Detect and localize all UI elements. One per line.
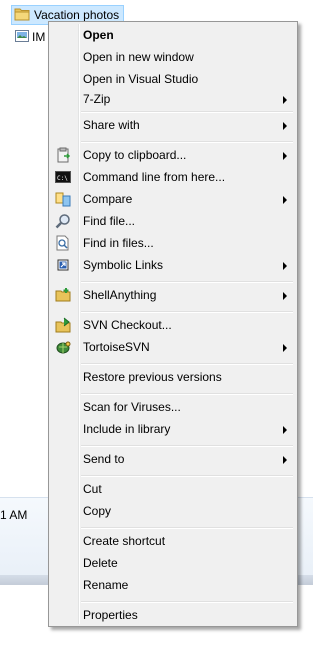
submenu-arrow-icon: [283, 456, 287, 464]
menu-item-command-line[interactable]: C:\ Command line from here...: [51, 166, 295, 188]
menu-item-label: Share with: [83, 118, 140, 132]
folder-icon: [14, 7, 30, 24]
menu-item-svn-checkout[interactable]: SVN Checkout...: [51, 314, 295, 336]
menu-item-shellanything[interactable]: ShellAnything: [51, 284, 295, 306]
menu-item-properties[interactable]: Properties: [51, 604, 295, 626]
menu-item-label: Open in new window: [83, 50, 194, 64]
menu-item-send-to[interactable]: Send to: [51, 448, 295, 470]
menu-separator: [81, 445, 293, 447]
menu-item-label: Include in library: [83, 422, 171, 436]
menu-separator: [81, 475, 293, 477]
svg-text:C:\: C:\: [57, 175, 68, 182]
menu-item-label: Properties: [83, 608, 138, 622]
menu-item-open-new-window[interactable]: Open in new window: [51, 46, 295, 68]
console-icon: C:\: [55, 169, 71, 185]
menu-item-delete[interactable]: Delete: [51, 552, 295, 574]
explorer-window: Vacation photos IM 1 AM Open Open in new …: [0, 0, 313, 668]
menu-item-label: 7-Zip: [83, 92, 111, 106]
file-name: IM: [32, 30, 46, 44]
menu-item-label: SVN Checkout...: [83, 318, 172, 332]
menu-item-copy[interactable]: Copy: [51, 500, 295, 522]
menu-separator: [81, 601, 293, 603]
menu-item-find-in-files[interactable]: Find in files...: [51, 232, 295, 254]
menu-item-label: Send to: [83, 452, 125, 466]
menu-separator: [81, 527, 293, 529]
menu-item-restore-previous[interactable]: Restore previous versions: [51, 366, 295, 388]
menu-separator: [81, 311, 293, 313]
menu-item-label: Find in files...: [83, 236, 154, 250]
svn-checkout-icon: [55, 317, 71, 333]
submenu-arrow-icon: [283, 122, 287, 130]
submenu-arrow-icon: [283, 96, 287, 104]
submenu-arrow-icon: [283, 196, 287, 204]
submenu-arrow-icon: [283, 426, 287, 434]
menu-item-label: Create shortcut: [83, 534, 166, 548]
menu-item-find-file[interactable]: Find file...: [51, 210, 295, 232]
menu-item-tortoisesvn[interactable]: TortoiseSVN: [51, 336, 295, 358]
tortoisesvn-icon: [55, 339, 71, 355]
menu-separator: [81, 111, 293, 113]
menu-separator: [81, 281, 293, 283]
file-time-text: 1 AM: [0, 508, 28, 522]
menu-item-label: Delete: [83, 556, 118, 570]
menu-item-rename[interactable]: Rename: [51, 574, 295, 596]
menu-item-copy-to-clipboard[interactable]: Copy to clipboard...: [51, 144, 295, 166]
menu-item-scan-viruses[interactable]: Scan for Viruses...: [51, 396, 295, 418]
menu-item-share-with[interactable]: Share with: [51, 114, 295, 136]
context-menu: Open Open in new window Open in Visual Stu…: [48, 21, 298, 627]
menu-item-include-library[interactable]: Include in library: [51, 418, 295, 440]
menu-item-label: Compare: [83, 192, 133, 206]
menu-separator: [81, 363, 293, 365]
magnifier-icon: [55, 213, 71, 229]
menu-item-label: Copy to clipboard...: [83, 148, 187, 162]
menu-separator: [81, 393, 293, 395]
menu-item-label: Scan for Viruses...: [83, 400, 181, 414]
file-item[interactable]: IM: [15, 28, 45, 46]
submenu-arrow-icon: [283, 152, 287, 160]
menu-item-label: ShellAnything: [83, 288, 157, 302]
menu-item-label: TortoiseSVN: [83, 340, 150, 354]
menu-separator: [81, 141, 293, 143]
submenu-arrow-icon: [283, 344, 287, 352]
menu-item-label: Open: [83, 28, 114, 42]
menu-item-open-visual-studio[interactable]: Open in Visual Studio: [51, 68, 295, 90]
compare-icon: [55, 191, 71, 207]
menu-item-open[interactable]: Open: [51, 24, 295, 46]
submenu-arrow-icon: [283, 262, 287, 270]
menu-item-label: Cut: [83, 482, 102, 496]
menu-item-create-shortcut[interactable]: Create shortcut: [51, 530, 295, 552]
symlink-icon: [55, 257, 71, 273]
folder-name: Vacation photos: [34, 8, 120, 22]
shellanything-icon: [55, 287, 71, 303]
menu-item-label: Restore previous versions: [83, 370, 222, 384]
image-file-icon: [15, 29, 29, 46]
menu-item-cut[interactable]: Cut: [51, 478, 295, 500]
find-in-files-icon: [55, 235, 71, 251]
menu-item-7zip[interactable]: 7-Zip: [51, 88, 295, 110]
menu-item-compare[interactable]: Compare: [51, 188, 295, 210]
menu-item-symbolic-links[interactable]: Symbolic Links: [51, 254, 295, 276]
menu-item-label: Find file...: [83, 214, 136, 228]
menu-item-label: Command line from here...: [83, 170, 226, 184]
menu-item-label: Symbolic Links: [83, 258, 164, 272]
clipboard-icon: [55, 147, 71, 163]
menu-item-label: Open in Visual Studio: [83, 72, 199, 86]
submenu-arrow-icon: [283, 292, 287, 300]
menu-item-label: Copy: [83, 504, 112, 518]
menu-item-label: Rename: [83, 578, 129, 592]
